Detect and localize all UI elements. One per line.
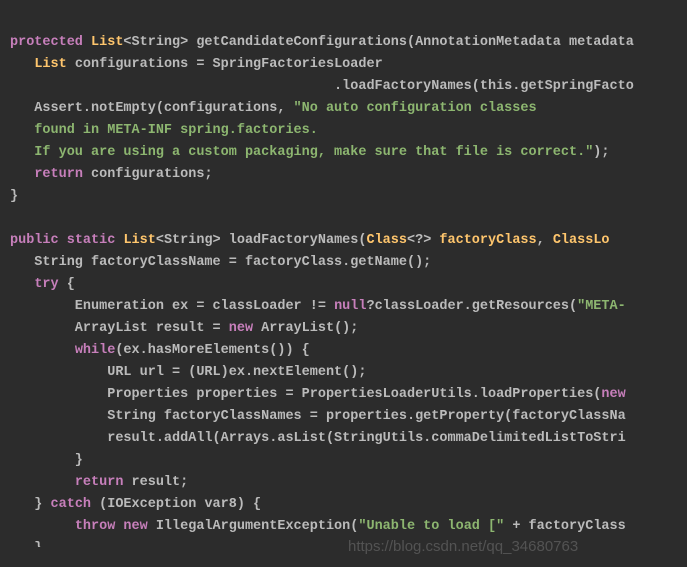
string-literal: "META- [577,299,626,314]
code-block: protected List<String> getCandidateConfi… [0,0,675,547]
type-classloader: ClassLo [553,233,610,248]
code-text: Assert.notEmpty(configurations, [10,101,294,116]
code-text: ArrayList(); [261,321,358,336]
keyword-catch: catch [51,497,100,512]
code-text: configurations; [91,167,213,182]
keyword-static: static [67,233,124,248]
code-text: .loadFactoryNames(this.getSpringFacto [10,79,634,94]
type-list: List [34,57,75,72]
code-text [10,519,75,534]
code-text: URL url = (URL)ex.nextElement(); [10,365,366,380]
keyword-try: try [34,277,66,292]
code-text: configurations = SpringFactoriesLoader [75,57,383,72]
code-text: } [10,541,42,547]
code-text: (ex.hasMoreElements()) { [115,343,309,358]
string-literal: "No auto configuration classes [294,101,545,116]
code-text [10,343,75,358]
param-factoryclass: factoryClass [439,233,536,248]
keyword-return: return [75,475,132,490]
code-text: ArrayList result = [10,321,229,336]
code-text: String factoryClassName = factoryClass.g… [10,255,431,270]
code-text: String factoryClassNames = properties.ge… [10,409,626,424]
code-text: ); [593,145,609,160]
code-text: result.addAll(Arrays.asList(StringUtils.… [10,431,626,446]
keyword-new: new [229,321,261,336]
code-text: (IOException var8) { [99,497,261,512]
code-text: { [67,277,75,292]
code-text: , [537,233,553,248]
type-list: List [123,233,155,248]
code-text: + factoryClass [512,519,625,534]
keyword-new: new [601,387,625,402]
code-text: } [10,189,18,204]
keyword-while: while [75,343,116,358]
string-literal: If you are using a custom packaging, mak… [10,145,593,160]
code-text [10,167,34,182]
type-class: Class [366,233,407,248]
keyword-new: new [123,519,155,534]
type-list: List [91,35,123,50]
keyword-throw: throw [75,519,124,534]
keyword-null: null [334,299,366,314]
code-text: <String> getCandidateConfigurations(Anno… [123,35,633,50]
code-text [10,57,34,72]
code-text [10,475,75,490]
string-literal: "Unable to load [" [358,519,512,534]
code-text: } [10,497,51,512]
code-text: } [10,453,83,468]
keyword-public: public [10,233,67,248]
code-text: <String> loadFactoryNames( [156,233,367,248]
string-literal: found in META-INF spring.factories. [10,123,326,138]
code-text: result; [132,475,189,490]
code-text: <?> [407,233,439,248]
code-text [10,277,34,292]
keyword-return: return [34,167,91,182]
code-text: Properties properties = PropertiesLoader… [10,387,601,402]
code-text: IllegalArgumentException( [156,519,359,534]
code-text: ?classLoader.getResources( [366,299,577,314]
code-text: Enumeration ex = classLoader != [10,299,334,314]
keyword-protected: protected [10,35,91,50]
